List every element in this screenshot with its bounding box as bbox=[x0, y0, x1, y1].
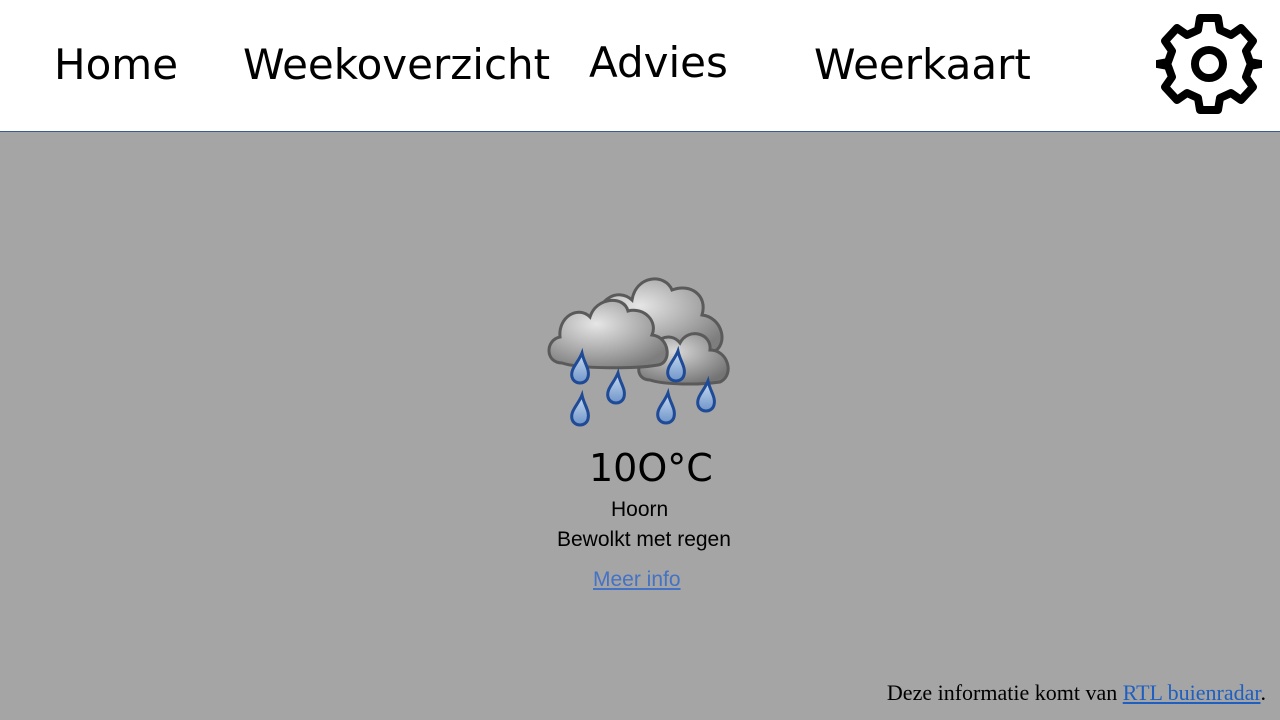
attribution-text: Deze informatie komt van bbox=[886, 680, 1123, 705]
city-name: Hoorn bbox=[611, 498, 669, 521]
attribution-period: . bbox=[1260, 680, 1267, 705]
more-info-link[interactable]: Meer info bbox=[593, 569, 681, 590]
top-navigation-bar: Home Weekoverzicht Advies Weerkaart bbox=[0, 0, 1280, 132]
settings-button[interactable] bbox=[1153, 12, 1265, 116]
nav-weekoverzicht[interactable]: Weekoverzicht bbox=[243, 44, 550, 86]
rain-cloud-icon bbox=[547, 277, 730, 427]
source-attribution: Deze informatie komt van RTL buienradar. bbox=[887, 680, 1266, 706]
weather-description: Bewolkt met regen bbox=[557, 528, 731, 551]
gear-icon bbox=[1153, 14, 1265, 114]
rtl-buienradar-link[interactable]: RTL buienradar bbox=[1123, 680, 1261, 705]
nav-advies[interactable]: Advies bbox=[589, 42, 728, 84]
temperature-display: 10O°C bbox=[589, 446, 713, 490]
nav-home[interactable]: Home bbox=[54, 44, 178, 86]
nav-weerkaart[interactable]: Weerkaart bbox=[814, 44, 1031, 86]
